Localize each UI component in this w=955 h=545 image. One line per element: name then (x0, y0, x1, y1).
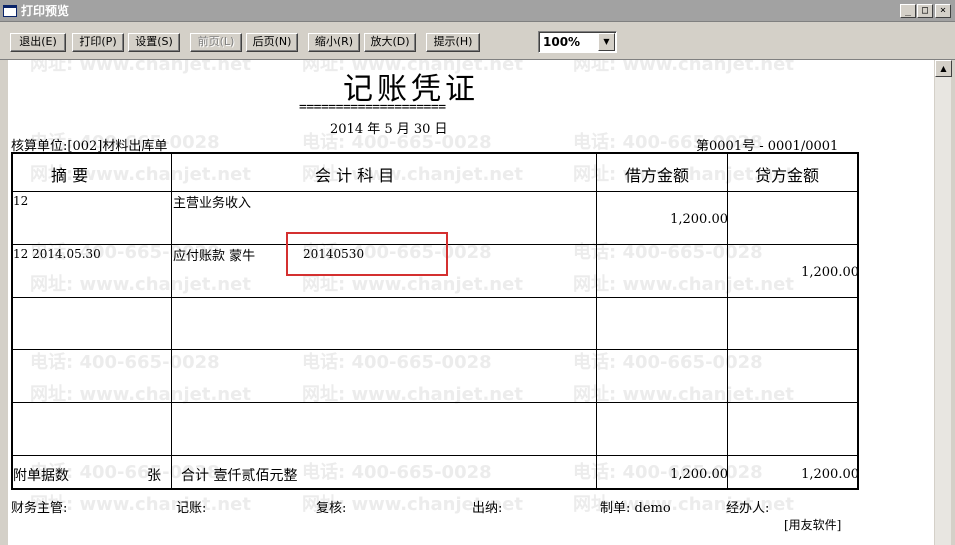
chevron-down-icon[interactable]: ▼ (598, 33, 615, 51)
prev-page-button[interactable]: 前页(L) (190, 33, 242, 52)
watermark-url: 网址: www.chanjet.net (30, 60, 251, 75)
exit-button[interactable]: 退出(E) (10, 33, 66, 52)
column-divider (171, 154, 172, 488)
row1-summary: 12 (13, 194, 29, 208)
title-rule: ==================== (299, 100, 446, 115)
header-account: 会 计 科 目 (315, 166, 395, 185)
row2-account: 应付账款 蒙牛 (173, 249, 256, 264)
header-debit: 借方金额 (625, 166, 690, 185)
row-divider (13, 455, 857, 456)
total-credit: 1,200.00 (801, 467, 859, 482)
signature-handler: 经办人: (726, 501, 770, 516)
next-page-button[interactable]: 后页(N) (246, 33, 298, 52)
highlight-annotation-box (286, 232, 448, 276)
row-divider (13, 402, 857, 403)
row-divider (13, 297, 857, 298)
title-bar: 打印预览 _ □ × (0, 0, 955, 22)
zoom-out-button[interactable]: 缩小(R) (308, 33, 360, 52)
signature-preparer: 制单: demo (600, 501, 671, 516)
signature-supervisor: 财务主管: (11, 501, 68, 516)
toolbar: 退出(E) 打印(P) 设置(S) 前页(L) 后页(N) 缩小(R) 放大(D… (0, 22, 955, 60)
zoom-value: 100% (543, 35, 581, 49)
maximize-button[interactable]: □ (917, 4, 933, 18)
voucher-date: 2014 年 5 月 30 日 (330, 122, 448, 137)
row-divider (13, 349, 857, 350)
zoom-in-button[interactable]: 放大(D) (364, 33, 416, 52)
window-icon (3, 5, 17, 17)
settings-button[interactable]: 设置(S) (128, 33, 180, 52)
row-divider (13, 191, 857, 192)
window-title: 打印预览 (21, 4, 70, 18)
row1-debit: 1,200.00 (670, 212, 728, 227)
header-summary: 摘 要 (51, 166, 89, 185)
header-credit: 贷方金额 (755, 166, 820, 185)
row1-account: 主营业务收入 (173, 196, 252, 211)
signature-cashier: 出纳: (472, 501, 503, 516)
voucher-table: 摘 要 会 计 科 目 借方金额 贷方金额 12 主营业务收入 1,200.00… (11, 152, 859, 490)
row2-summary: 12 2014.05.30 (13, 247, 101, 261)
zoom-select[interactable]: 100% ▼ (538, 31, 617, 53)
scroll-up-arrow-icon[interactable]: ▲ (935, 60, 952, 77)
minimize-button[interactable]: _ (900, 4, 916, 18)
watermark-url: 网址: www.chanjet.net (573, 60, 794, 75)
row2-credit: 1,200.00 (801, 265, 859, 280)
signature-bookkeeper: 记账: (176, 501, 207, 516)
attachments-unit: 张 (147, 468, 161, 484)
column-divider (596, 154, 597, 488)
total-amount-words: 合计 壹仟贰佰元整 (181, 468, 298, 484)
software-tag: [用友软件] (784, 518, 842, 532)
column-divider (727, 154, 728, 488)
print-preview-page: 电话: 400-665-0028 电话: 400-665-0028 电话: 40… (8, 60, 934, 545)
hint-button[interactable]: 提示(H) (426, 33, 480, 52)
total-debit: 1,200.00 (670, 467, 728, 482)
close-button[interactable]: × (935, 4, 951, 18)
attachments-label: 附单据数 (13, 468, 69, 484)
print-button[interactable]: 打印(P) (72, 33, 124, 52)
signature-reviewer: 复核: (316, 501, 347, 516)
vertical-scrollbar[interactable]: ▲ (934, 60, 952, 545)
